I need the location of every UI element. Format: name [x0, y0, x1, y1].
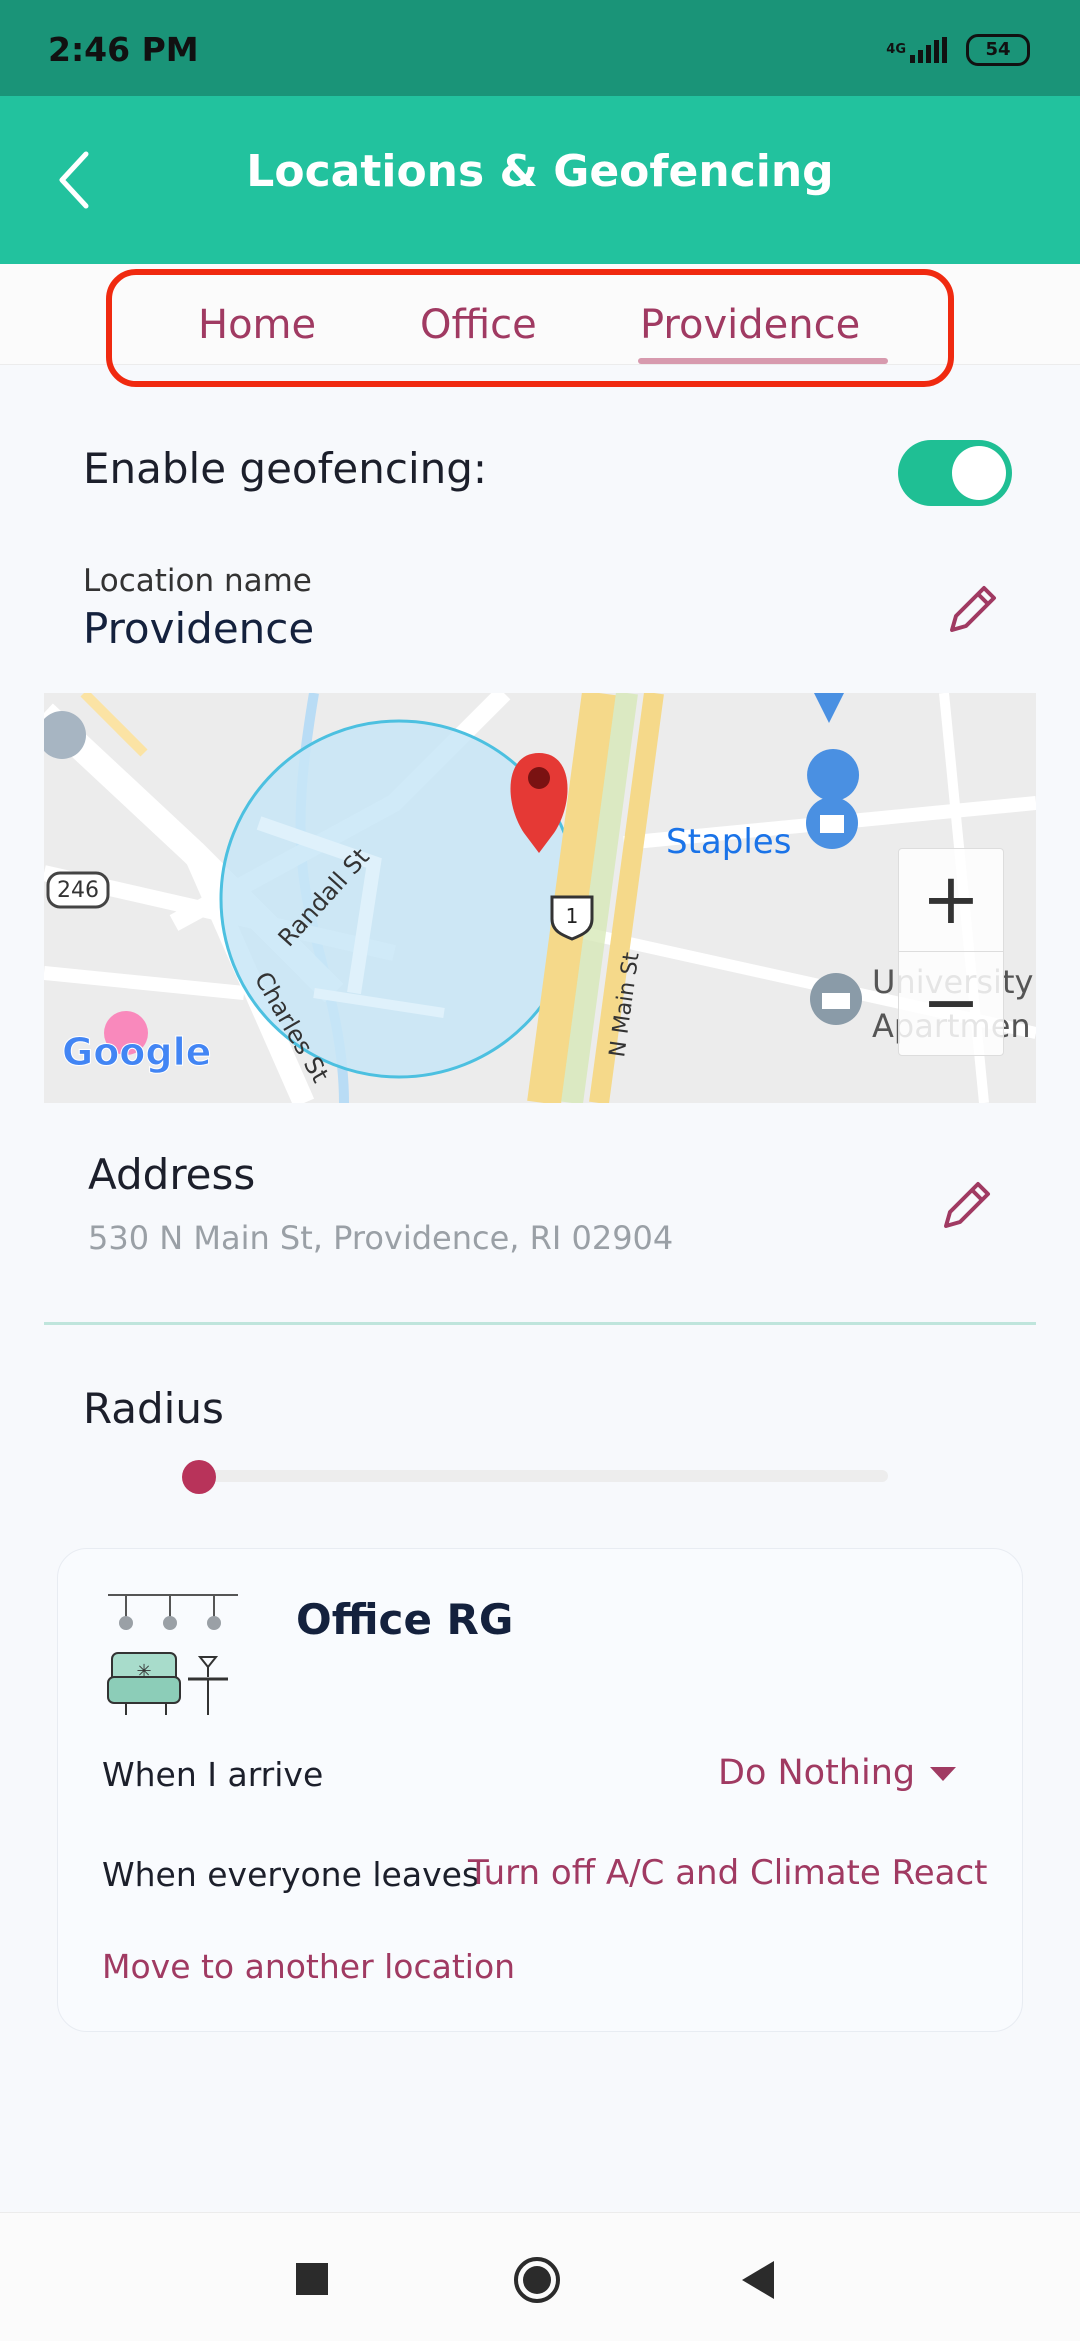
tab-office[interactable]: Office: [420, 302, 537, 348]
battery-icon: 54: [966, 34, 1030, 66]
caret-down-icon[interactable]: [930, 1767, 956, 1783]
square-icon[interactable]: [296, 2263, 328, 2295]
circle-icon[interactable]: [512, 2255, 562, 2305]
address-value: 530 N Main St, Providence, RI 02904: [88, 1219, 674, 1257]
arrive-action-dropdown[interactable]: Do Nothing: [718, 1753, 915, 1793]
location-tabs: Home Office Providence: [0, 264, 1080, 387]
signal-icon: [910, 37, 950, 63]
status-bar: 2:46 PM 4G 54: [0, 0, 1080, 96]
tab-selected-indicator: [638, 358, 888, 364]
address-label: Address: [88, 1150, 256, 1199]
pencil-icon: [944, 1182, 990, 1228]
map-view[interactable]: 246 1 Randall St Charles St N Main St St…: [44, 693, 1036, 1103]
geofencing-toggle[interactable]: [898, 440, 1012, 506]
svg-text:✳: ✳: [136, 1661, 151, 1682]
location-name-value: Providence: [83, 604, 315, 653]
leave-label: When everyone leaves: [102, 1855, 480, 1894]
location-name-caption: Location name: [83, 563, 312, 599]
zoom-out-button[interactable]: −: [899, 952, 1003, 1054]
university-pin: [810, 973, 862, 1025]
slider-track: [200, 1470, 888, 1482]
edit-location-name-button[interactable]: [942, 580, 1002, 640]
app-bar: Locations & Geofencing: [0, 96, 1080, 264]
page-title: Locations & Geofencing: [246, 146, 834, 197]
edit-address-button[interactable]: [936, 1176, 996, 1236]
svg-text:Staples: Staples: [666, 822, 791, 862]
svg-text:246: 246: [57, 878, 99, 903]
svg-text:Google: Google: [62, 1030, 211, 1074]
status-indicators: 4G 54: [886, 32, 1030, 68]
system-nav-bar: [0, 2212, 1080, 2341]
move-location-link[interactable]: Move to another location: [102, 1947, 515, 1986]
toggle-knob: [952, 446, 1006, 500]
radius-label: Radius: [83, 1384, 224, 1433]
room-illustration-icon: ✳: [107, 1594, 238, 1715]
route-246-shield: 246: [46, 871, 110, 909]
route-1-shield: 1: [550, 895, 594, 941]
map-zoom-controls: + −: [898, 848, 1004, 1056]
device-card: ✳ Office RG When I arrive Do Nothing Whe…: [57, 1548, 1023, 2032]
arrive-label: When I arrive: [102, 1755, 324, 1794]
svg-text:1: 1: [566, 904, 579, 928]
slider-thumb[interactable]: [182, 1460, 216, 1494]
section-divider: [44, 1322, 1036, 1325]
radius-slider[interactable]: [182, 1460, 888, 1494]
leave-action-link[interactable]: Turn off A/C and Climate React: [468, 1853, 987, 1893]
pencil-icon: [950, 586, 996, 632]
zoom-in-button[interactable]: +: [899, 849, 1003, 952]
geofencing-label: Enable geofencing:: [83, 444, 488, 493]
tab-providence[interactable]: Providence: [640, 302, 860, 348]
device-name: Office RG: [296, 1595, 514, 1644]
network-type: 4G: [886, 42, 906, 57]
status-time: 2:46 PM: [48, 30, 199, 69]
map-canvas: 246 1 Randall St Charles St N Main St St…: [44, 693, 1036, 1103]
tab-home[interactable]: Home: [198, 302, 316, 348]
triangle-left-icon[interactable]: [738, 2259, 778, 2301]
